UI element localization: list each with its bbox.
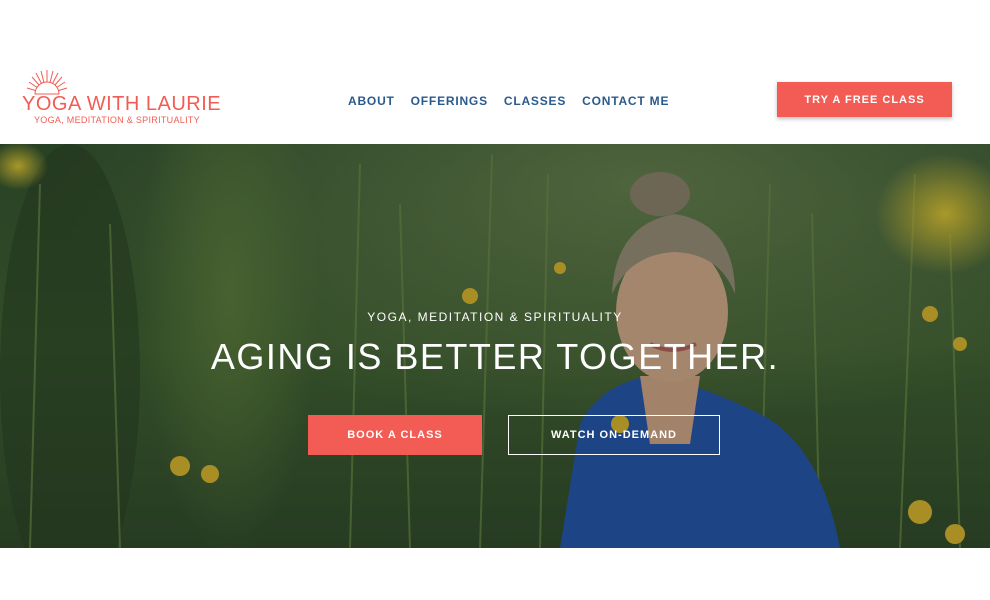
nav-offerings[interactable]: OFFERINGS xyxy=(411,94,488,110)
site-header: YOGA WITH LAURIE YOGA, MEDITATION & SPIR… xyxy=(0,60,990,144)
watch-on-demand-button[interactable]: WATCH ON-DEMAND xyxy=(508,415,720,455)
nav-contact-me[interactable]: CONTACT ME xyxy=(582,94,669,110)
sunrise-icon xyxy=(26,70,68,95)
try-free-class-button[interactable]: TRY A FREE CLASS xyxy=(777,82,952,117)
hero-kicker: YOGA, MEDITATION & SPIRITUALITY xyxy=(367,310,623,324)
book-a-class-button[interactable]: BOOK A CLASS xyxy=(308,415,482,455)
top-whitespace xyxy=(0,0,990,60)
nav-classes[interactable]: CLASSES xyxy=(504,94,566,110)
site-logo[interactable]: YOGA WITH LAURIE YOGA, MEDITATION & SPIR… xyxy=(22,66,242,126)
nav-about[interactable]: ABOUT xyxy=(348,94,395,110)
hero-section: YOGA, MEDITATION & SPIRITUALITY AGING IS… xyxy=(0,144,990,548)
hero-title: AGING IS BETTER TOGETHER. xyxy=(210,336,780,377)
logo-subtitle: YOGA, MEDITATION & SPIRITUALITY xyxy=(34,115,200,125)
logo-title: YOGA WITH LAURIE xyxy=(22,93,222,115)
main-nav: ABOUT OFFERINGS CLASSES CONTACT ME xyxy=(348,94,685,110)
bottom-whitespace xyxy=(0,548,990,600)
